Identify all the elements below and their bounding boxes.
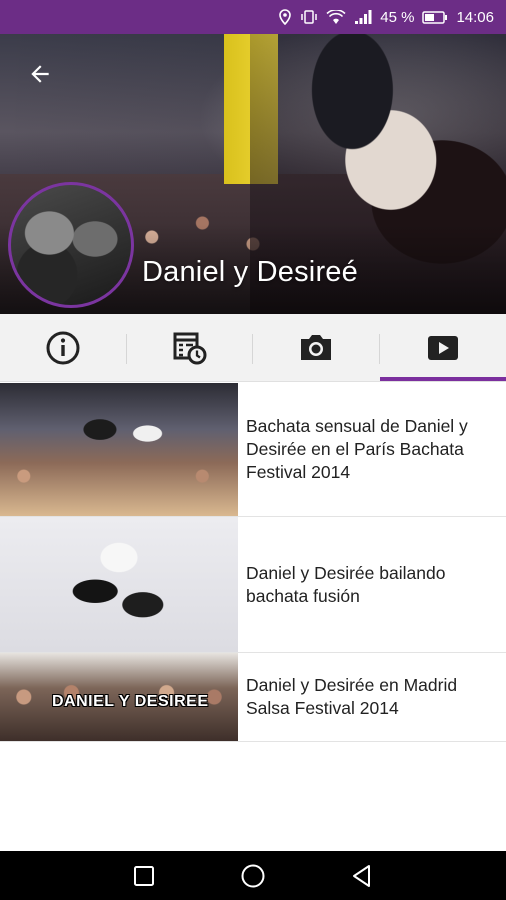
tab-schedule[interactable]: [127, 314, 253, 381]
list-item[interactable]: DANIEL Y DESIREE Daniel y Desirée en Mad…: [0, 653, 506, 742]
signal-icon: [354, 9, 372, 25]
vibrate-icon: [300, 10, 318, 24]
video-title: Bachata sensual de Daniel y Desirée en e…: [246, 416, 468, 482]
tab-info[interactable]: [0, 314, 127, 381]
schedule-icon: [173, 332, 207, 364]
info-icon: [46, 331, 80, 364]
camera-icon: [301, 334, 332, 360]
wifi-icon: [326, 9, 346, 25]
video-title: Daniel y Desirée en Madrid Salsa Festiva…: [246, 675, 458, 718]
page-title: Daniel y Desireé: [142, 256, 358, 288]
profile-header: Daniel y Desireé: [0, 34, 506, 314]
video-list: Bachata sensual de Daniel y Desirée en e…: [0, 383, 506, 742]
back-triangle-icon: [352, 864, 370, 887]
list-item[interactable]: Bachata sensual de Daniel y Desirée en e…: [0, 383, 506, 517]
battery-percent: 45 %: [380, 8, 415, 26]
video-thumbnail: [0, 517, 238, 652]
recents-button[interactable]: [124, 856, 164, 896]
home-circle-icon: [241, 864, 265, 887]
status-time: 14:06: [456, 8, 494, 26]
battery-icon: [422, 10, 448, 24]
arrow-left-icon: [31, 65, 49, 83]
tab-videos[interactable]: [379, 314, 506, 381]
system-nav-bar: [0, 851, 506, 900]
list-item[interactable]: Daniel y Desirée bailando bachata fusión: [0, 517, 506, 653]
video-thumbnail: DANIEL Y DESIREE: [0, 653, 238, 741]
location-icon: [278, 9, 292, 25]
system-back-button[interactable]: [342, 856, 382, 896]
video-title: Daniel y Desirée bailando bachata fusión: [246, 562, 446, 606]
home-button[interactable]: [233, 856, 273, 896]
tab-photos[interactable]: [253, 314, 380, 381]
video-play-icon: [427, 335, 458, 360]
tab-bar: [0, 314, 506, 382]
avatar: [8, 182, 134, 308]
thumbnail-caption: DANIEL Y DESIREE: [52, 693, 209, 710]
video-thumbnail: [0, 383, 238, 516]
back-button[interactable]: [24, 58, 56, 90]
status-bar: 45 % 14:06: [0, 0, 506, 34]
recents-square-icon: [134, 865, 155, 886]
